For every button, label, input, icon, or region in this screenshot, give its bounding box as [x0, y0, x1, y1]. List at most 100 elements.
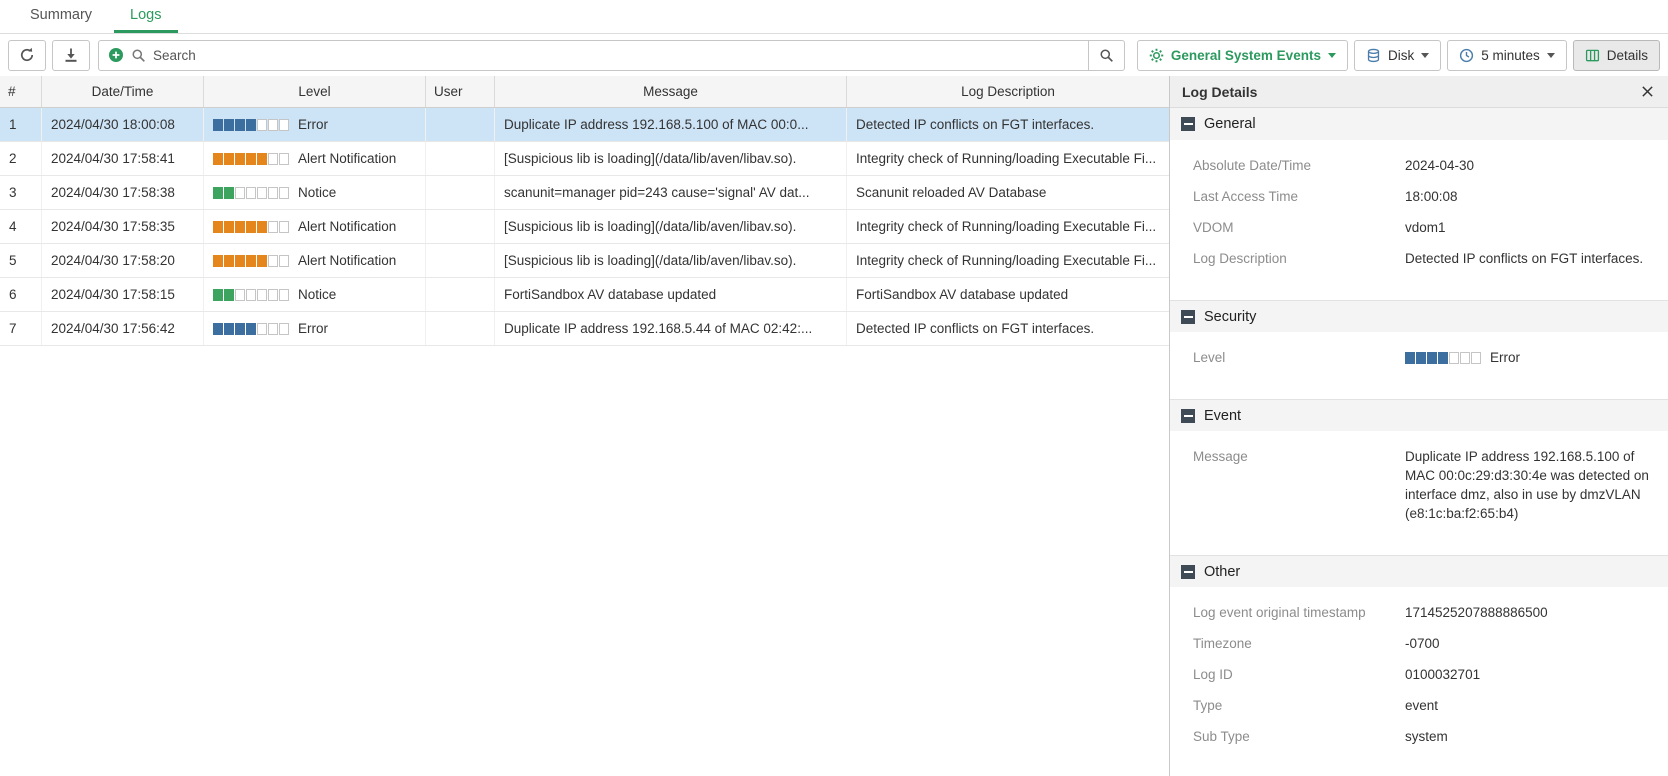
detail-field: Absolute Date/Time2024-04-30	[1193, 156, 1658, 175]
column-header-message[interactable]: Message	[495, 76, 847, 107]
table-row[interactable]: 32024/04/30 17:58:38Noticescanunit=manag…	[0, 176, 1169, 210]
section-title: General	[1204, 116, 1256, 132]
log-source-dropdown[interactable]: Disk	[1354, 40, 1441, 71]
search-submit-button[interactable]	[1089, 40, 1125, 71]
row-level: Alert Notification	[204, 244, 426, 277]
event-type-label: General System Events	[1171, 48, 1321, 63]
search-group	[98, 40, 1125, 71]
table-row[interactable]: 42024/04/30 17:58:35Alert Notification[S…	[0, 210, 1169, 244]
row-message: Duplicate IP address 192.168.5.44 of MAC…	[495, 312, 847, 345]
level-segment	[268, 289, 278, 301]
table-row[interactable]: 72024/04/30 17:56:42ErrorDuplicate IP ad…	[0, 312, 1169, 346]
row-description: Integrity check of Running/loading Execu…	[847, 210, 1169, 243]
row-description: Scanunit reloaded AV Database	[847, 176, 1169, 209]
row-datetime: 2024/04/30 17:56:42	[42, 312, 204, 345]
row-datetime: 2024/04/30 17:58:38	[42, 176, 204, 209]
table-row[interactable]: 12024/04/30 18:00:08ErrorDuplicate IP ad…	[0, 108, 1169, 142]
details-section: GeneralAbsolute Date/Time2024-04-30Last …	[1170, 108, 1668, 300]
level-segment	[213, 119, 223, 131]
close-icon[interactable]	[1639, 83, 1656, 100]
log-viewer: Summary Logs	[0, 0, 1668, 776]
column-header-user[interactable]: User	[426, 76, 495, 107]
level-indicator	[213, 255, 289, 267]
level-segment	[268, 187, 278, 199]
field-label: Sub Type	[1193, 727, 1405, 746]
field-label: Type	[1193, 696, 1405, 715]
level-segment	[246, 255, 256, 267]
row-datetime: 2024/04/30 17:58:20	[42, 244, 204, 277]
level-segment	[1471, 352, 1481, 364]
gear-icon	[1149, 48, 1164, 63]
row-number: 1	[0, 108, 42, 141]
row-level-label: Notice	[298, 185, 336, 200]
download-button[interactable]	[52, 40, 90, 71]
row-message: Duplicate IP address 192.168.5.100 of MA…	[495, 108, 847, 141]
log-table-body: 12024/04/30 18:00:08ErrorDuplicate IP ad…	[0, 108, 1169, 346]
row-level-label: Alert Notification	[298, 253, 396, 268]
section-title: Security	[1204, 309, 1256, 325]
collapse-icon[interactable]	[1181, 117, 1195, 131]
details-toggle-button[interactable]: Details	[1573, 40, 1660, 71]
level-segment	[1460, 352, 1470, 364]
level-segment	[257, 119, 267, 131]
field-value: 2024-04-30	[1405, 156, 1474, 175]
column-header-description[interactable]: Log Description	[847, 76, 1169, 107]
details-section: Other Log event original timestamp1714525…	[1170, 555, 1668, 776]
collapse-icon[interactable]	[1181, 310, 1195, 324]
section-header[interactable]: Security	[1170, 300, 1668, 332]
field-label: Message	[1193, 447, 1405, 466]
collapse-icon[interactable]	[1181, 409, 1195, 423]
tab-summary[interactable]: Summary	[14, 0, 108, 33]
section-header[interactable]: General	[1170, 108, 1668, 140]
field-value: Detected IP conflicts on FGT interfaces.	[1405, 249, 1643, 268]
level-indicator	[213, 153, 289, 165]
time-range-dropdown[interactable]: 5 minutes	[1447, 40, 1567, 71]
download-icon	[63, 47, 79, 63]
field-level-label: Error	[1490, 348, 1520, 367]
row-level-label: Error	[298, 117, 328, 132]
toolbar: General System Events Disk 5 minu	[0, 34, 1668, 76]
level-segment	[279, 187, 289, 199]
search-field[interactable]	[98, 40, 1089, 71]
level-segment	[213, 187, 223, 199]
table-row[interactable]: 22024/04/30 17:58:41Alert Notification[S…	[0, 142, 1169, 176]
columns-icon	[1585, 48, 1600, 63]
section-title: Other	[1204, 564, 1240, 580]
field-value: 1714525207888886500	[1405, 603, 1548, 622]
level-segment	[257, 323, 267, 335]
clock-icon	[1459, 48, 1474, 63]
event-type-dropdown[interactable]: General System Events	[1137, 40, 1348, 71]
row-level-label: Notice	[298, 287, 336, 302]
row-message: [Suspicious lib is loading](/data/lib/av…	[495, 142, 847, 175]
section-fields: Log event original timestamp171452520788…	[1170, 587, 1668, 776]
field-label: Absolute Date/Time	[1193, 156, 1405, 175]
level-segment	[224, 323, 234, 335]
level-segment	[257, 289, 267, 301]
tab-logs[interactable]: Logs	[114, 0, 177, 33]
table-row[interactable]: 62024/04/30 17:58:15NoticeFortiSandbox A…	[0, 278, 1169, 312]
chevron-down-icon	[1547, 53, 1555, 58]
field-label: Last Access Time	[1193, 187, 1405, 206]
field-value: event	[1405, 696, 1438, 715]
search-input[interactable]	[153, 48, 1079, 63]
row-user	[426, 176, 495, 209]
refresh-button[interactable]	[8, 40, 46, 71]
detail-field: Timezone-0700	[1193, 634, 1658, 653]
column-header-level[interactable]: Level	[204, 76, 426, 107]
section-header[interactable]: Event	[1170, 399, 1668, 431]
level-indicator	[213, 119, 289, 131]
level-segment	[224, 153, 234, 165]
column-header-datetime[interactable]: Date/Time	[42, 76, 204, 107]
section-header[interactable]: Other	[1170, 555, 1668, 587]
column-header-number[interactable]: #	[0, 76, 42, 107]
level-indicator	[1405, 352, 1481, 364]
row-message: scanunit=manager pid=243 cause='signal' …	[495, 176, 847, 209]
add-filter-icon[interactable]	[108, 47, 124, 63]
level-segment	[279, 289, 289, 301]
row-level: Notice	[204, 176, 426, 209]
level-segment	[246, 323, 256, 335]
collapse-icon[interactable]	[1181, 565, 1195, 579]
row-user	[426, 312, 495, 345]
level-segment	[235, 255, 245, 267]
table-row[interactable]: 52024/04/30 17:58:20Alert Notification[S…	[0, 244, 1169, 278]
